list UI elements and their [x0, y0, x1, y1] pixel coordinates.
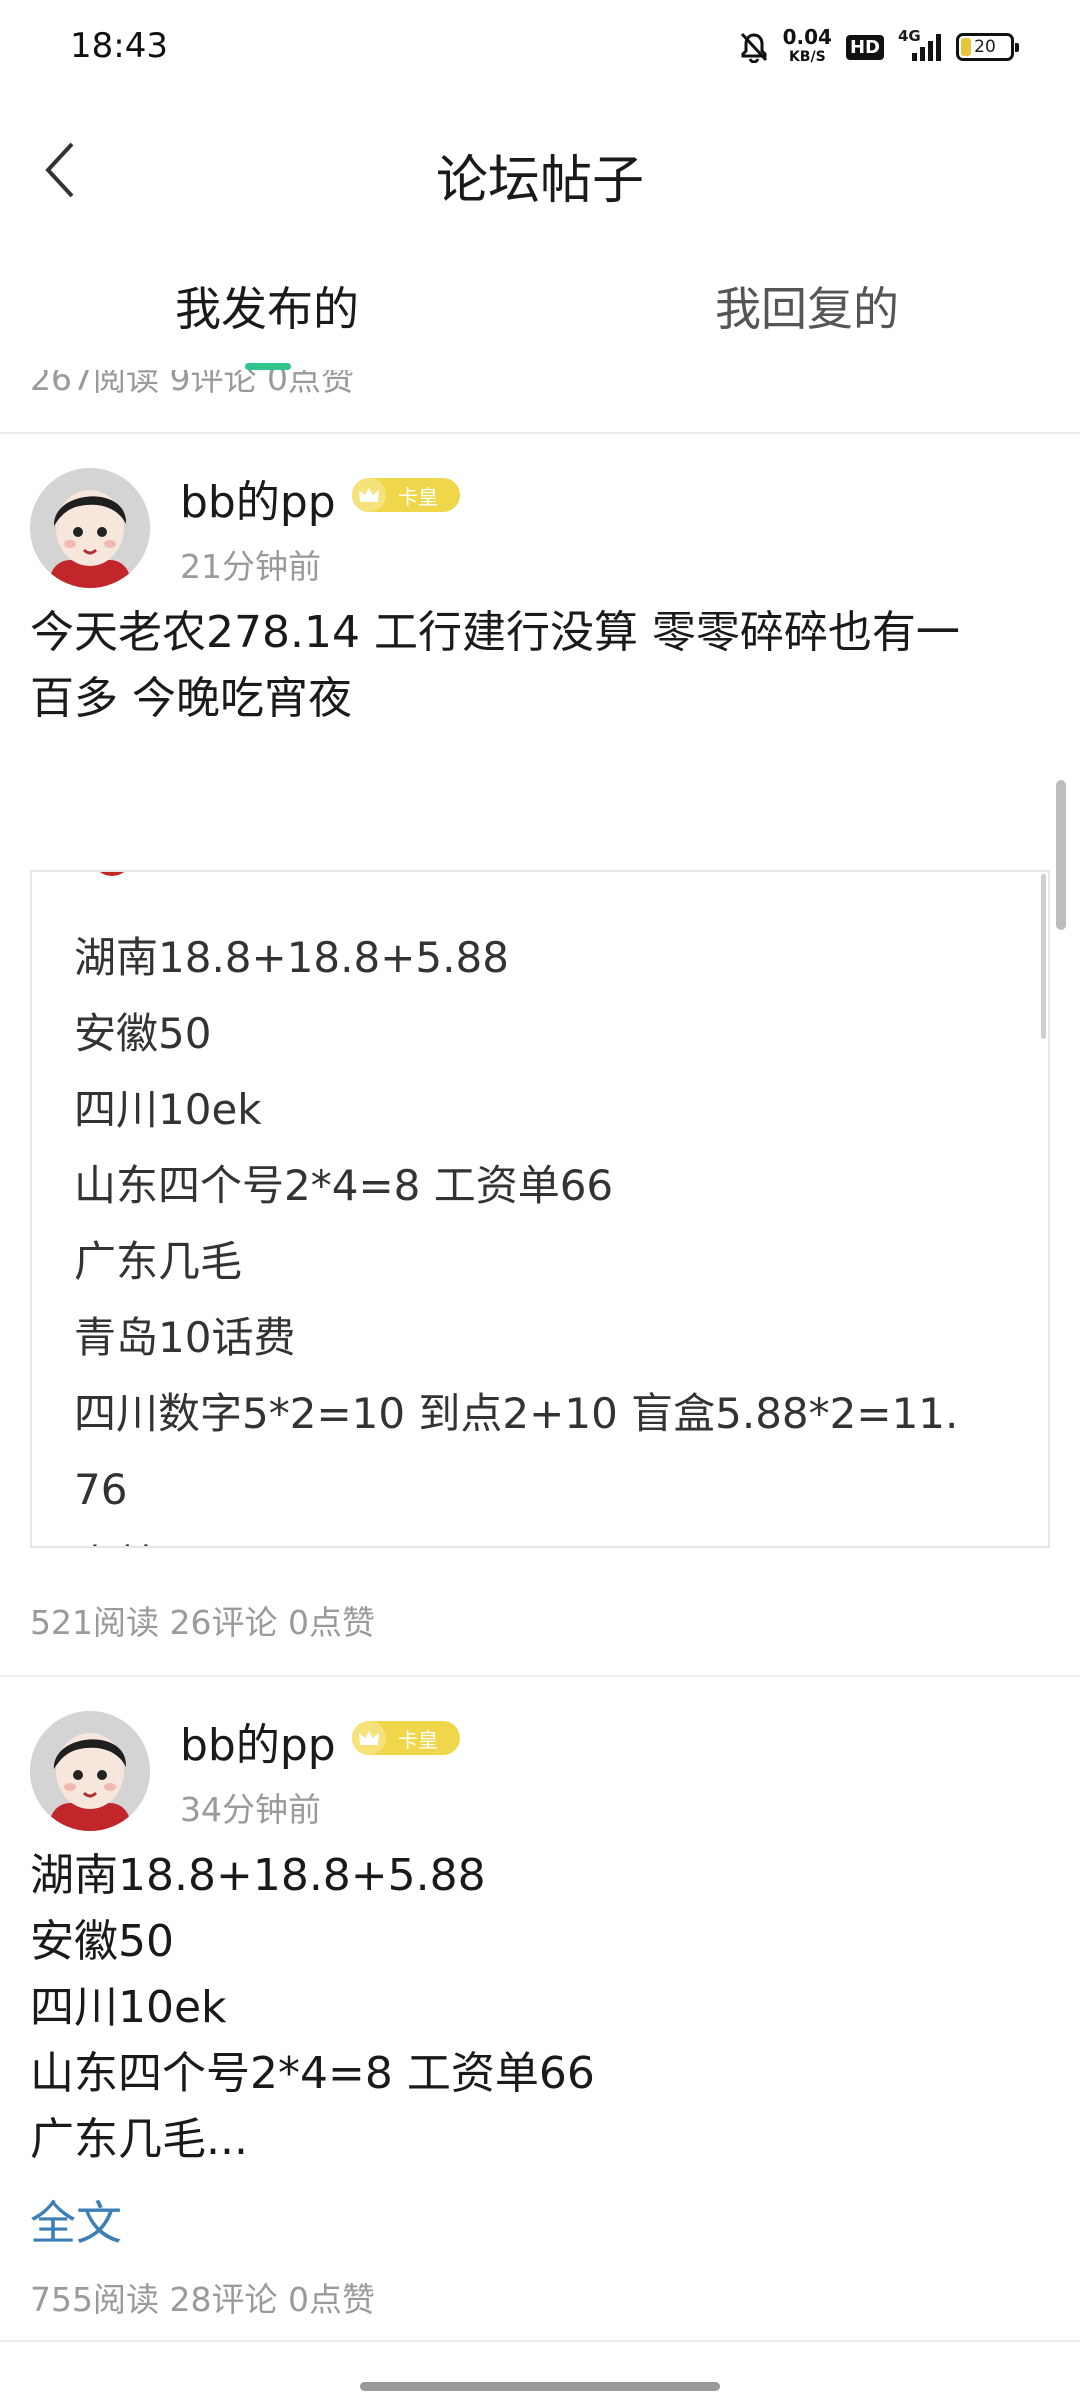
username[interactable]: bb的pp	[180, 466, 336, 530]
hd-icon: HD	[845, 34, 884, 60]
crown-icon	[352, 478, 386, 512]
status-bar: 18:43 0.04 KB/S HD 4G 20	[0, 0, 1080, 96]
crown-icon	[352, 1721, 386, 1755]
signal-icon: 4G	[898, 27, 942, 63]
battery-icon: 20	[956, 33, 1019, 61]
post-feed[interactable]: 267阅读 9评论 0点赞 bb的pp 卡皇 21分钟前 今天老农278.14 …	[0, 370, 1080, 2345]
rank-badge: 卡皇	[352, 478, 460, 512]
avatar-fragment	[92, 872, 132, 876]
post-stats: 521阅读 26评论 0点赞	[30, 1603, 375, 1642]
post-time: 34分钟前	[180, 1790, 321, 1829]
post-time: 21分钟前	[180, 547, 321, 586]
rank-badge: 卡皇	[352, 1721, 460, 1755]
home-indicator[interactable]	[360, 2382, 720, 2391]
avatar[interactable]	[30, 468, 150, 588]
post-stats: 755阅读 28评论 0点赞	[30, 2280, 375, 2319]
full-text-link[interactable]: 全文	[30, 2187, 122, 2253]
post-body: 湖南18.8+18.8+5.88 安徽50 四川10ek 山东四个号2*4=8 …	[30, 1850, 595, 2165]
mute-bell-icon	[740, 32, 767, 63]
title-bar: 论坛帖子	[0, 110, 1080, 230]
active-tab-indicator	[245, 363, 291, 370]
post-stats: 267阅读 9评论 0点赞	[30, 370, 354, 398]
tab-my-posts[interactable]: 我发布的	[175, 273, 359, 339]
embedded-text: 湖南18.8+18.8+5.88 安徽50 四川10ek 山东四个号2*4=8 …	[74, 933, 959, 1546]
post-item[interactable]: bb的pp 卡皇 34分钟前 湖南18.8+18.8+5.88 安徽50 四川1…	[0, 1675, 1080, 2345]
divider	[0, 2340, 1080, 2342]
status-icons: 0.04 KB/S HD 4G 20	[739, 22, 1019, 72]
status-time: 18:43	[70, 26, 168, 66]
network-speed: 0.04 KB/S	[782, 25, 832, 65]
tab-my-replies[interactable]: 我回复的	[715, 273, 899, 339]
page-scrollbar[interactable]	[1056, 780, 1066, 930]
avatar[interactable]	[30, 1711, 150, 1831]
post-body: 今天老农278.14 工行建行没算 零零碎碎也有一 百多 今晚吃宵夜	[30, 607, 960, 724]
tab-bar: 我发布的 我回复的	[0, 255, 1080, 370]
embedded-content[interactable]: 湖南18.8+18.8+5.88 安徽50 四川10ek 山东四个号2*4=8 …	[30, 870, 1050, 1548]
username[interactable]: bb的pp	[180, 1709, 336, 1773]
page-title: 论坛帖子	[435, 151, 644, 211]
